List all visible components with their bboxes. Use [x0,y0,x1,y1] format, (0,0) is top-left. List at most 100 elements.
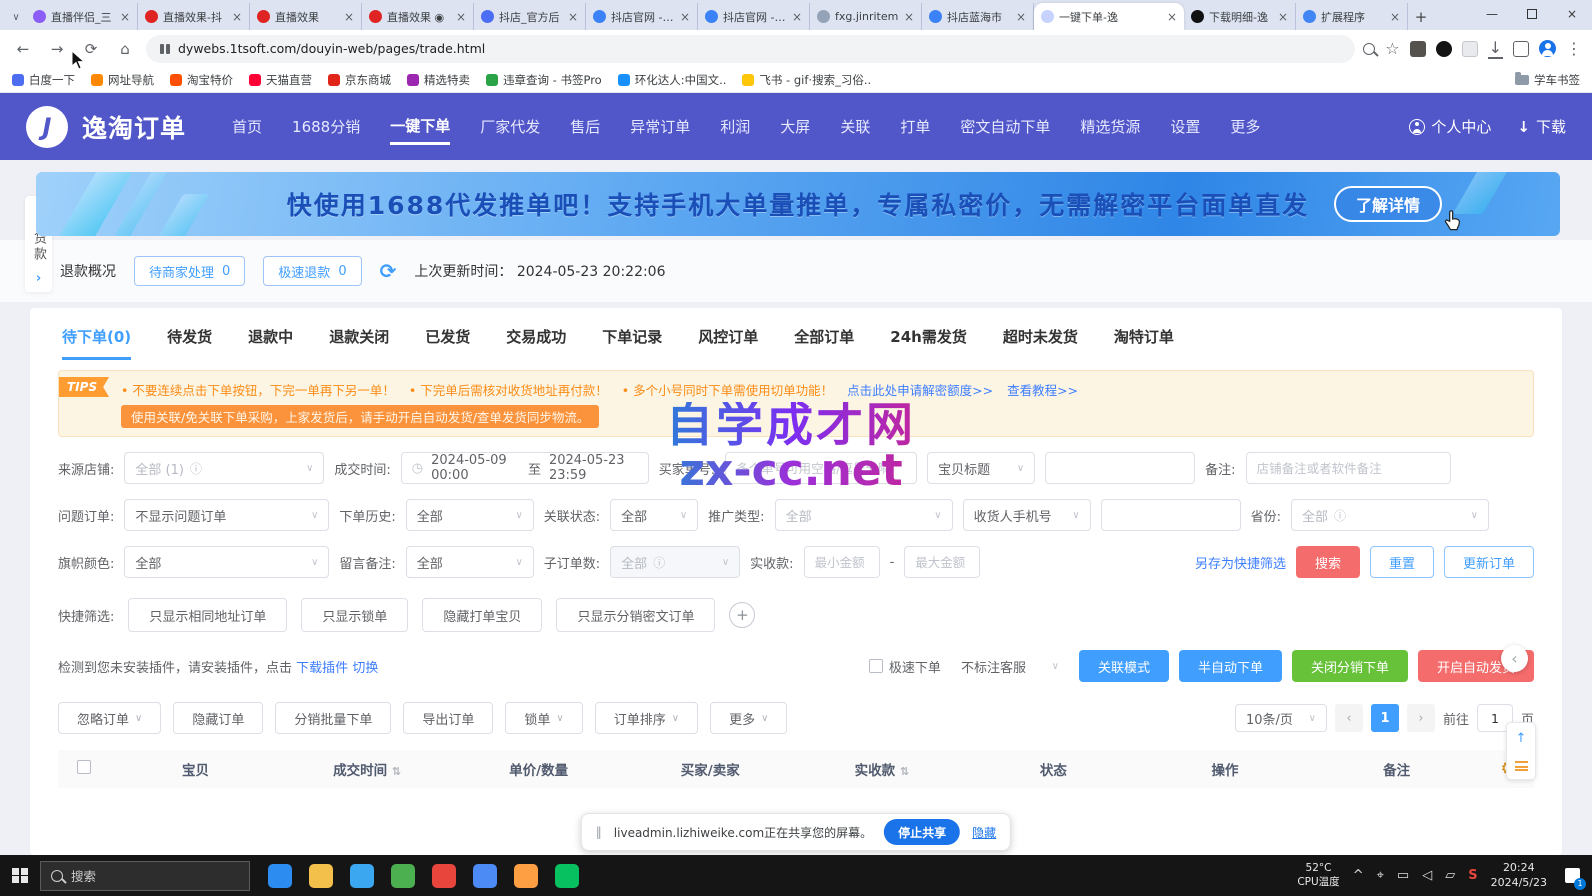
pending-merchant-button[interactable]: 待商家处理 0 [134,256,245,286]
table-column-header[interactable]: 实收款 ⇅ [796,759,968,779]
hide-notice-link[interactable]: 隐藏 [972,824,996,841]
order-tab[interactable]: 风控订单 [698,326,758,360]
close-distribution-button[interactable]: 关闭分销下单 [1292,650,1408,682]
new-tab-button[interactable]: + [1408,4,1434,30]
banner-cta-button[interactable]: 了解详情 [1334,186,1442,222]
next-page-button[interactable]: › [1407,704,1435,732]
personal-center-link[interactable]: 个人中心 [1409,116,1491,137]
title-keyword-input[interactable] [1045,452,1195,484]
nav-item[interactable]: 利润 ∨ [720,110,750,143]
menu-kebab-icon[interactable]: ⋮ [1566,39,1582,58]
switch-plugin-link[interactable]: 切换 [352,661,378,676]
bookmarks-folder[interactable]: 学车书签 [1515,72,1580,88]
province-select[interactable]: 全部 ⓘ ∨ [1291,499,1489,531]
nav-item[interactable]: 设置 ∨ [1170,110,1200,143]
tab-close-icon[interactable]: × [1167,10,1177,24]
table-column-header[interactable]: 操作 ⇅ [1139,759,1311,779]
taskbar-app-icon[interactable] [473,864,497,888]
downloads-icon[interactable]: ↓ [1488,38,1503,59]
zoom-icon[interactable] [1363,43,1375,55]
browser-tab[interactable]: 直播效果 ◉ × [362,3,474,30]
profile-avatar[interactable] [1539,40,1556,57]
view-tutorial-link[interactable]: 查看教程>> [1007,380,1078,399]
stop-sharing-button[interactable]: 停止共享 [884,819,960,845]
order-tab[interactable]: 淘特订单 [1114,326,1174,360]
message-select[interactable]: 全部 ∨ [406,546,534,578]
back-to-top-button[interactable]: ↑ [1516,731,1527,746]
order-tab[interactable]: 24h需发货 [890,326,967,360]
order-tab[interactable]: 退款中 [248,326,293,360]
relation-select[interactable]: 全部 ∨ [610,499,698,531]
relation-mode-button[interactable]: 关联模式 [1079,650,1169,682]
nav-item[interactable]: 首页 ∨ [232,110,262,143]
tampermonkey-extension-icon[interactable] [1410,41,1426,57]
browser-tab[interactable]: 抖店_官方后 × [474,3,586,30]
date-range-picker[interactable]: ◷ 2024-05-09 00:00 至 2024-05-23 23:59 [401,452,649,484]
table-column-header[interactable]: 单价/数量 ⇅ [453,759,625,779]
bookmark-item[interactable]: 网址导航 [91,72,154,88]
reset-button[interactable]: 重置 [1370,546,1434,578]
volume-icon[interactable]: ◁ [1422,868,1432,883]
flag-select[interactable]: 全部 ∨ [124,546,329,578]
taskbar-app-icon[interactable] [350,864,374,888]
sort-icon[interactable]: ⇅ [900,765,909,778]
nav-item[interactable]: 1688分销 ∨ [292,110,360,143]
shield-icon[interactable]: ▱ [1445,868,1455,883]
taskbar-app-icon[interactable] [514,864,538,888]
paid-max-input[interactable] [904,546,980,578]
tab-close-icon[interactable]: × [1390,10,1400,24]
store-select[interactable]: 全部 (1) ⓘ ∨ [124,452,324,484]
toolbar-button[interactable]: 锁单 ∨ [505,702,582,734]
promo-banner[interactable]: 快使用1688代发推单吧！支持手机大单量推单，专属私密价，无需解密平台面单直发 … [36,172,1560,236]
quick-filter-button[interactable]: 只显示锁单 [301,598,408,632]
download-link[interactable]: ↓ 下载 [1517,116,1566,137]
add-quick-filter-button[interactable]: + [729,602,755,628]
tab-close-icon[interactable]: × [568,10,578,24]
express-refund-button[interactable]: 极速退款 0 [263,256,361,286]
toolbar-button[interactable]: 导出订单 ∨ [403,702,493,734]
bookmark-item[interactable]: 京东商城 [328,72,391,88]
page-size-select[interactable]: 10条/页 ∨ [1235,704,1327,732]
browser-tab[interactable]: 直播效果-抖 × [138,3,250,30]
browser-tab[interactable]: 直播伴侣_三 × [26,3,138,30]
checkbox-icon[interactable] [869,659,883,673]
window-minimize-button[interactable]: — [1472,0,1512,28]
nav-item[interactable]: 大屏 ∨ [780,110,810,143]
taskbar-search-box[interactable]: 搜索 [40,861,250,891]
action-center-icon[interactable]: 1 [1560,864,1584,888]
table-column-header[interactable]: 宝贝 ⇅ [110,759,282,779]
table-column-header[interactable]: 状态 ⇅ [968,759,1140,779]
browser-tab[interactable]: 抖店官网 - 一 × [586,3,698,30]
quick-filter-button[interactable]: 隐藏打单宝贝 [422,598,542,632]
table-column-header[interactable]: 成交时间 ⇅ [281,759,453,779]
tab-close-icon[interactable]: × [680,10,690,24]
taskbar-app-icon[interactable] [309,864,333,888]
start-button[interactable] [0,855,40,896]
browser-tab[interactable]: 扩展程序 × [1296,3,1408,30]
toolbar-button[interactable]: 更多 ∨ [710,702,787,734]
table-column-header[interactable]: 买家/卖家 ⇅ [624,759,796,779]
browser-tab[interactable]: 下载明细-逸 × [1184,3,1296,30]
extension-doc-icon[interactable] [1462,41,1478,57]
mic-icon[interactable]: ⌖ [1377,868,1384,883]
bookmark-item[interactable]: 淘宝特价 [170,72,233,88]
toolbar-button[interactable]: 分销批量下单 ∨ [275,702,391,734]
order-tab[interactable]: 交易成功 [506,326,566,360]
quick-filter-button[interactable]: 只显示相同地址订单 [128,598,287,632]
promo-select[interactable]: 全部 ∨ [775,499,953,531]
window-close-button[interactable]: × [1552,0,1592,28]
browser-tab[interactable]: 抖店官网 - 一 × [698,3,810,30]
nav-item[interactable]: 关联 ∨ [840,110,870,143]
toolbar-button[interactable]: 忽略订单 ∨ [58,702,161,734]
sort-icon[interactable]: ⇅ [392,765,401,778]
tray-expand-icon[interactable]: ^ [1353,868,1364,883]
note-input[interactable] [1246,452,1451,484]
table-column-header[interactable]: 备注 ⇅ [1311,759,1483,779]
title-type-select[interactable]: 宝贝标题 ∨ [927,452,1035,484]
expand-chevron-icon[interactable]: › [36,271,41,286]
order-tab[interactable]: 退款关闭 [329,326,389,360]
nav-item[interactable]: 一键下单 ∨ [390,109,450,145]
nav-item[interactable]: 密文自动下单 ∨ [960,110,1050,143]
taskbar-app-icon[interactable] [391,864,415,888]
nav-item[interactable]: 异常订单 ∨ [630,110,690,143]
